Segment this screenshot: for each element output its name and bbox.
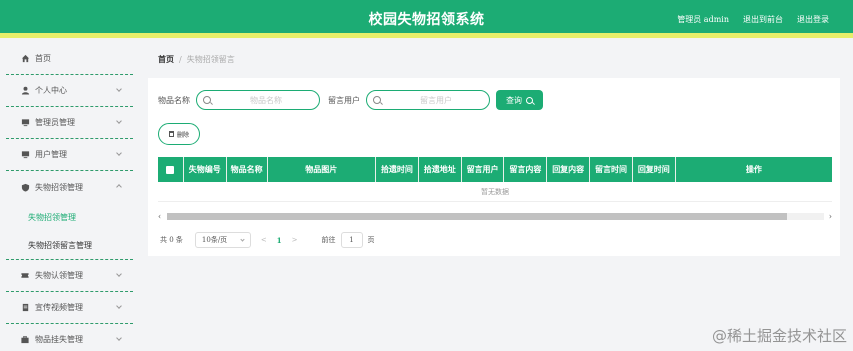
sidebar-item-label: 失物招领管理 xyxy=(35,182,83,192)
table-header: 失物编号 物品名称 物品图片 拾遗时间 拾遗地址 留言用户 留言内容 回复内容 … xyxy=(158,157,832,182)
sidebar-item-label: 物品挂失管理 xyxy=(35,335,83,344)
horizontal-scrollbar[interactable]: ‹ › xyxy=(158,212,832,221)
column-header: 拾遗时间 xyxy=(376,157,419,182)
next-page-button[interactable]: > xyxy=(292,236,298,244)
item-name-field[interactable] xyxy=(196,90,320,110)
watermark: @稀土掘金技术社区 xyxy=(711,327,847,345)
message-user-field[interactable] xyxy=(366,90,490,110)
column-header: 留言用户 xyxy=(462,157,505,182)
breadcrumb-home[interactable]: 首页 xyxy=(158,54,174,64)
delete-button-label: 删除 xyxy=(176,131,189,139)
column-header: 拾遗地址 xyxy=(419,157,462,182)
column-header: 物品名称 xyxy=(227,157,268,182)
chevron-down-icon xyxy=(116,303,122,309)
sidebar-item-video-management[interactable]: 宣传视频管理 xyxy=(6,292,133,324)
ticket-icon xyxy=(20,271,30,281)
pagination: 共 0 条 10条/页 < 1 > 前往 1 页 xyxy=(160,232,375,248)
data-table: 失物编号 物品名称 物品图片 拾遗时间 拾遗地址 留言用户 留言内容 回复内容 … xyxy=(158,157,832,202)
sidebar-subitem-lost-found-messages[interactable]: 失物招领留言管理 xyxy=(6,231,133,259)
scrollbar-thumb[interactable] xyxy=(167,213,787,220)
trash-icon xyxy=(168,131,174,137)
chevron-up-icon xyxy=(116,184,122,190)
pagination-total: 共 0 条 xyxy=(160,236,183,244)
search-form: 物品名称 留言用户 查询 xyxy=(158,90,543,110)
user-icon xyxy=(20,86,30,96)
briefcase-icon xyxy=(20,335,30,345)
sidebar-item-personal-center[interactable]: 个人中心 xyxy=(6,75,133,107)
sidebar-subitem-lost-found[interactable]: 失物招领管理 xyxy=(6,203,133,231)
column-header: 操作 xyxy=(745,164,762,174)
page-number[interactable]: 1 xyxy=(277,236,282,245)
chevron-down-icon xyxy=(116,335,122,341)
sidebar-item-label: 管理员管理 xyxy=(35,118,75,127)
goto-label: 前往 xyxy=(321,236,336,244)
item-name-input[interactable] xyxy=(217,93,315,108)
shield-icon xyxy=(20,182,30,192)
column-header: 留言内容 xyxy=(504,157,548,182)
breadcrumb: 首页 / 失物招领留言 xyxy=(158,54,235,65)
sidebar-item-label: 首页 xyxy=(35,54,51,63)
sidebar-item-label: 个人中心 xyxy=(35,86,67,95)
message-user-label: 留言用户 xyxy=(328,95,360,105)
sidebar-item-claim-management[interactable]: 失物认领管理 xyxy=(6,260,133,292)
sidebar: 首页 个人中心 管理员管理 用户管理 失物招领管理 失物招领管理 失物招领留言管… xyxy=(6,43,133,351)
sidebar-item-label: 失物认领管理 xyxy=(35,271,83,280)
query-button[interactable]: 查询 xyxy=(496,90,543,110)
header-links: 管理员 admin 退出到前台 退出登录 xyxy=(677,14,829,25)
scroll-right-icon[interactable]: › xyxy=(824,212,832,221)
content-panel: 物品名称 留言用户 查询 删除 失物编号 物品名称 物品图片 拾遗时间 拾遗地址… xyxy=(148,78,840,256)
chevron-down-icon xyxy=(116,150,122,156)
goto-page: 前往 1 页 xyxy=(322,232,375,248)
chevron-down-icon xyxy=(116,271,122,277)
column-header: 留言时间 xyxy=(590,157,633,182)
search-icon xyxy=(203,96,211,104)
sidebar-item-home[interactable]: 首页 xyxy=(6,43,133,75)
empty-state: 暂无数据 xyxy=(158,182,832,202)
message-user-input[interactable] xyxy=(387,93,485,108)
breadcrumb-separator: / xyxy=(179,55,182,64)
sidebar-item-loss-report-management[interactable]: 物品挂失管理 xyxy=(6,324,133,351)
admin-user-link[interactable]: 管理员 admin xyxy=(677,14,729,25)
goto-suffix: 页 xyxy=(367,236,375,244)
chevron-down-icon xyxy=(116,118,122,124)
search-icon xyxy=(526,96,533,104)
select-all-checkbox[interactable] xyxy=(166,165,175,174)
goto-page-input[interactable]: 1 xyxy=(340,232,363,248)
chevron-down-icon xyxy=(240,237,245,242)
document-icon xyxy=(20,303,30,313)
sidebar-item-lost-found-management[interactable]: 失物招领管理 xyxy=(6,171,133,203)
prev-page-button[interactable]: < xyxy=(261,236,267,244)
breadcrumb-current: 失物招领留言 xyxy=(186,55,235,64)
logout-link[interactable]: 退出登录 xyxy=(797,14,829,25)
scrollbar-track[interactable] xyxy=(787,213,824,220)
delete-button[interactable]: 删除 xyxy=(158,123,200,145)
sidebar-item-user-management[interactable]: 用户管理 xyxy=(6,139,133,171)
exit-to-front-link[interactable]: 退出到前台 xyxy=(743,14,783,25)
top-header: 校园失物招领系统 管理员 admin 退出到前台 退出登录 xyxy=(0,0,853,38)
home-icon xyxy=(20,54,30,64)
sidebar-group-lost-found: 失物招领管理 失物招领管理 失物招领留言管理 xyxy=(6,171,133,260)
sidebar-item-label: 宣传视频管理 xyxy=(35,303,83,312)
column-header: 回复时间 xyxy=(633,157,676,182)
page-size-select[interactable]: 10条/页 xyxy=(194,232,251,248)
monitor-icon xyxy=(20,150,30,160)
column-header: 回复内容 xyxy=(547,157,591,182)
select-all-cell xyxy=(158,157,184,182)
chevron-down-icon xyxy=(116,86,122,92)
scroll-left-icon[interactable]: ‹ xyxy=(158,212,166,221)
monitor-icon xyxy=(20,118,30,128)
item-name-label: 物品名称 xyxy=(158,95,190,105)
query-button-label: 查询 xyxy=(506,95,522,105)
page-size-value: 10条/页 xyxy=(201,236,228,244)
column-header: 物品图片 xyxy=(268,157,377,182)
sidebar-item-admin-management[interactable]: 管理员管理 xyxy=(6,107,133,139)
search-icon xyxy=(373,96,381,104)
sidebar-item-label: 用户管理 xyxy=(35,150,67,159)
column-header: 失物编号 xyxy=(184,157,227,182)
